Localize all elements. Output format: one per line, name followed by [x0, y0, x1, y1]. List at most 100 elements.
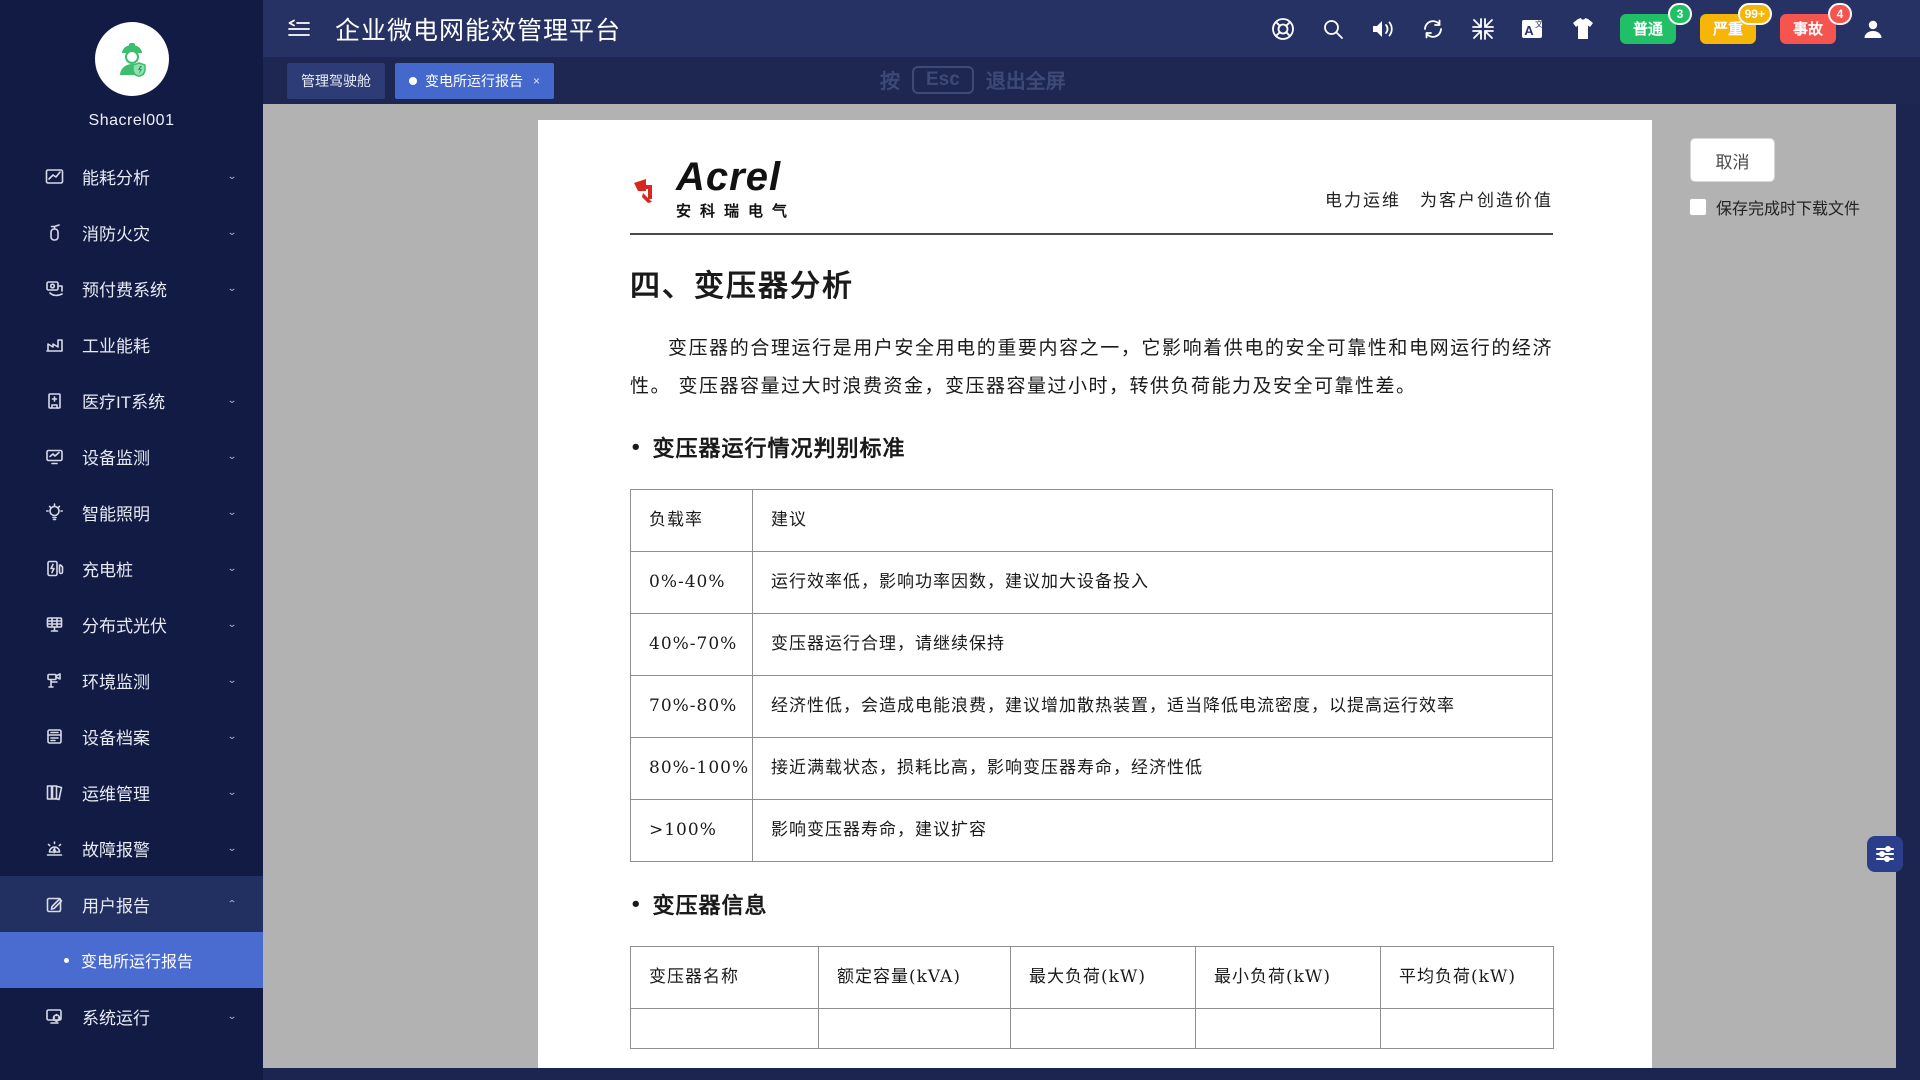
divider	[630, 233, 1553, 235]
chevron-down-icon: ⌄	[227, 394, 237, 405]
alarm-badge-severe[interactable]: 严重 99+	[1700, 14, 1756, 44]
sidebar-item-operations-management[interactable]: 运维管理 ⌄	[0, 764, 263, 820]
right-panel-strip	[1896, 104, 1920, 1080]
brand-block: Acrel 安科瑞电气	[676, 158, 796, 221]
alarm-badge-normal[interactable]: 普通 3	[1620, 14, 1676, 44]
load-rate-table: 负载率 建议 0%-40% 运行效率低，影响功率因数，建议加大设备投入 40%-…	[630, 489, 1553, 862]
sidebar-item-medical-it[interactable]: 医疗IT系统 ⌄	[0, 372, 263, 428]
refresh-icon[interactable]	[1420, 16, 1446, 42]
exit-fullscreen-icon[interactable]	[1470, 16, 1496, 42]
tab-dashboard[interactable]: 管理驾驶舱	[287, 63, 385, 99]
bottom-strip	[263, 1068, 1920, 1080]
sidebar-item-distributed-pv[interactable]: 分布式光伏 ⌄	[0, 596, 263, 652]
sidebar: Shacrel001 能耗分析 ⌄ 消防火灾 ⌄ 预付费系统 ⌄ 工业能耗	[0, 0, 263, 1080]
sidebar-item-ev-charger[interactable]: 充电桩 ⌄	[0, 540, 263, 596]
chart-icon	[44, 166, 64, 186]
chevron-down-icon: ⌄	[227, 786, 237, 797]
help-icon[interactable]	[1270, 16, 1296, 42]
download-checkbox[interactable]	[1689, 198, 1707, 216]
tab-substation-report[interactable]: 变电所运行报告 ×	[395, 63, 554, 99]
alarm-badge-accident[interactable]: 事故 4	[1780, 14, 1836, 44]
svg-text:文: 文	[1535, 19, 1543, 29]
sidebar-item-prepaid-system[interactable]: 预付费系统 ⌄	[0, 260, 263, 316]
bullet-dot-icon	[64, 958, 69, 963]
sidebar-item-environment-monitoring[interactable]: 环境监测 ⌄	[0, 652, 263, 708]
badge-count: 99+	[1738, 3, 1772, 25]
report-icon	[44, 894, 64, 914]
header-actions: A文 普通 3 严重 99+ 事故 4	[1270, 14, 1886, 44]
sidebar-item-smart-lighting[interactable]: 智能照明 ⌄	[0, 484, 263, 540]
sidebar-item-user-reports[interactable]: 用户报告 ⌃	[0, 876, 263, 932]
chevron-down-icon: ⌄	[227, 506, 237, 517]
chevron-down-icon: ⌄	[227, 450, 237, 461]
sidebar-item-device-archive[interactable]: 设备档案 ⌄	[0, 708, 263, 764]
solar-panel-icon	[44, 614, 64, 634]
menu-collapse-icon[interactable]	[287, 19, 311, 39]
table-header-row: 变压器名称 额定容量(kVA) 最大负荷(kW) 最小负荷(kW) 平均负荷(k…	[631, 947, 1554, 1009]
volume-icon[interactable]	[1370, 16, 1396, 42]
chevron-down-icon: ⌄	[227, 562, 237, 573]
sidebar-item-fault-alarm[interactable]: 故障报警 ⌄	[0, 820, 263, 876]
avatar[interactable]	[95, 22, 169, 96]
bullet-icon: •	[630, 894, 643, 915]
tab-bar: 管理驾驶舱 变电所运行报告 × 按 Esc 退出全屏	[263, 57, 1920, 104]
document-paragraph: 变压器的合理运行是用户安全用电的重要内容之一，它影响着供电的安全可靠性和电网运行…	[630, 329, 1553, 405]
fire-extinguisher-icon	[44, 222, 64, 242]
sidebar-item-industrial-energy[interactable]: 工业能耗	[0, 316, 263, 372]
chevron-down-icon: ⌄	[227, 1010, 237, 1021]
engineer-avatar-icon	[110, 37, 154, 81]
chevron-down-icon: ⌄	[227, 674, 237, 685]
chevron-down-icon: ⌄	[227, 170, 237, 181]
sidebar-item-device-monitoring[interactable]: 设备监测 ⌄	[0, 428, 263, 484]
theme-icon[interactable]	[1570, 16, 1596, 42]
sidebar-item-energy-analysis[interactable]: 能耗分析 ⌄	[0, 148, 263, 204]
lighting-icon	[44, 502, 64, 522]
filter-settings-button[interactable]	[1867, 836, 1903, 872]
sidebar-item-fire-safety[interactable]: 消防火灾 ⌄	[0, 204, 263, 260]
cancel-button[interactable]: 取消	[1690, 138, 1775, 182]
transformer-info-table: 变压器名称 额定容量(kVA) 最大负荷(kW) 最小负荷(kW) 平均负荷(k…	[630, 946, 1554, 1049]
download-checkbox-label: 保存完成时下载文件	[1716, 195, 1860, 219]
sidebar-item-system-operation[interactable]: 系统运行 ⌄	[0, 988, 263, 1044]
hospital-icon	[44, 390, 64, 410]
page-title: 企业微电网能效管理平台	[335, 11, 621, 47]
table-row: 0%-40% 运行效率低，影响功率因数，建议加大设备投入	[631, 552, 1553, 614]
top-header: 企业微电网能效管理平台 A文	[263, 0, 1920, 57]
chevron-down-icon: ⌄	[227, 730, 237, 741]
sub-item-label: 变电所运行报告	[81, 948, 193, 972]
section1-title: • 变压器运行情况判别标准	[630, 431, 1553, 463]
table-row: >100% 影响变压器寿命，建议扩容	[631, 800, 1553, 862]
chevron-down-icon: ⌄	[227, 618, 237, 629]
user-icon[interactable]	[1860, 16, 1886, 42]
sidebar-subitem-substation-report[interactable]: 变电所运行报告	[0, 932, 263, 988]
main-area: 企业微电网能效管理平台 A文	[263, 0, 1920, 1080]
operations-icon	[44, 782, 64, 802]
search-icon[interactable]	[1320, 16, 1346, 42]
system-icon	[44, 1006, 64, 1026]
content-area: Acrel 安科瑞电气 电力运维 为客户创造价值 四、变压器分析 变压器的合理运…	[263, 104, 1920, 1080]
user-profile: Shacrel001	[0, 0, 263, 130]
svg-text:A: A	[1524, 23, 1534, 38]
device-monitor-icon	[44, 446, 64, 466]
chevron-down-icon: ⌄	[227, 282, 237, 293]
badge-count: 4	[1828, 3, 1852, 25]
app-root: Shacrel001 能耗分析 ⌄ 消防火灾 ⌄ 预付费系统 ⌄ 工业能耗	[0, 0, 1920, 1080]
brand-subtitle: 安科瑞电气	[676, 200, 796, 221]
username: Shacrel001	[0, 112, 263, 130]
table-header-row: 负载率 建议	[631, 490, 1553, 552]
report-document-page: Acrel 安科瑞电气 电力运维 为客户创造价值 四、变压器分析 变压器的合理运…	[538, 120, 1652, 1068]
download-option: 保存完成时下载文件	[1689, 195, 1860, 219]
document-heading: 四、变压器分析	[630, 261, 1553, 305]
chevron-down-icon: ⌄	[227, 226, 237, 237]
chevron-down-icon: ⌄	[227, 842, 237, 853]
industry-icon	[44, 334, 64, 354]
table-row	[631, 1009, 1554, 1049]
device-archive-icon	[44, 726, 64, 746]
document-header: Acrel 安科瑞电气 电力运维 为客户创造价值	[630, 158, 1553, 221]
alarm-icon	[44, 838, 64, 858]
filter-sliders-icon	[1875, 845, 1895, 863]
tab-close-icon[interactable]: ×	[533, 74, 540, 88]
section2-title: • 变压器信息	[630, 888, 1553, 920]
environment-icon	[44, 670, 64, 690]
translate-icon[interactable]: A文	[1520, 16, 1546, 42]
